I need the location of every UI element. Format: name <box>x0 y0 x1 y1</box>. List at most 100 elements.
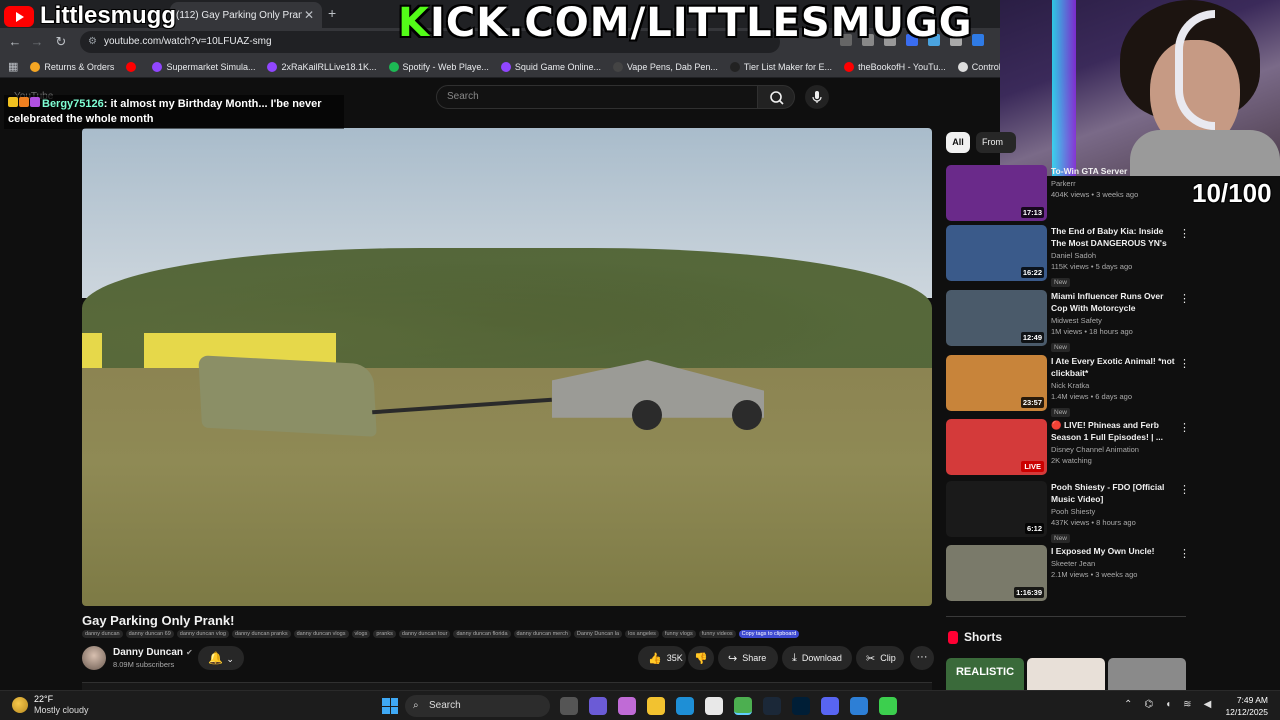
video-tag[interactable]: vlogs <box>351 630 371 638</box>
wifi-icon[interactable]: ≋ <box>1183 699 1191 710</box>
more-options-icon[interactable]: ⋮ <box>1179 227 1190 240</box>
recommendation-item[interactable]: LIVE 🔴 LIVE! Phineas and Ferb Season 1 Fu… <box>946 419 1191 477</box>
more-options-icon[interactable]: ⋮ <box>1179 483 1190 496</box>
recommendation-title[interactable]: To-Win GTA Server <box>1051 165 1179 177</box>
recommendation-channel[interactable]: Parkerr <box>1051 179 1179 188</box>
network-icon[interactable]: ⌬ <box>1144 699 1153 710</box>
video-tag[interactable]: danny duncan florida <box>453 630 511 638</box>
channel-name[interactable]: Danny Duncan <box>113 647 183 658</box>
photoshop-icon[interactable] <box>792 697 810 715</box>
recommendation-title[interactable]: I Exposed My Own Uncle! <box>1051 545 1179 557</box>
notification-bell-button[interactable]: 🔔 ⌄ <box>198 646 244 670</box>
bookmark-item[interactable]: Vape Pens, Dab Pen... <box>612 61 718 72</box>
discord-icon[interactable] <box>821 697 839 715</box>
recommendation-title[interactable]: Pooh Shiesty - FDO [Official Music Video… <box>1051 481 1179 505</box>
bookmark-item[interactable]: Supermarket Simula... <box>152 61 255 72</box>
channel-name-row[interactable]: Danny Duncan ✔ <box>113 647 193 658</box>
bookmark-item[interactable]: theBookofH - YouTu... <box>844 61 946 72</box>
browser-tab-active[interactable]: (112) Gay Parking Only Prank! - Y ✕ <box>170 2 322 28</box>
recommendation-channel[interactable]: Pooh Shiesty <box>1051 507 1179 516</box>
recommendation-channel[interactable]: Nick Kratka <box>1051 381 1179 390</box>
dislike-button[interactable]: 👎 <box>688 646 714 670</box>
video-tag[interactable]: los angeles <box>625 630 659 638</box>
video-tag[interactable]: danny duncan vlog <box>176 630 229 638</box>
extension-icon[interactable] <box>972 34 984 46</box>
video-tag[interactable]: funny videos <box>698 630 736 638</box>
apps-grid-icon[interactable]: ▦ <box>8 60 18 73</box>
voice-search-button[interactable] <box>805 85 829 109</box>
edge-icon[interactable] <box>676 697 694 715</box>
like-button[interactable]: 👍 35K <box>638 646 686 670</box>
chevron-up-icon[interactable]: ⌃ <box>1124 699 1132 710</box>
bookmark-item[interactable]: Tier List Maker for E... <box>729 61 832 72</box>
youtube-search-input[interactable]: Search <box>436 85 758 109</box>
chrome-icon[interactable] <box>734 697 752 715</box>
windows-start-icon[interactable] <box>382 698 398 714</box>
recommendation-item[interactable]: 23:57 I Ate Every Exotic Animal! *not cli… <box>946 355 1191 417</box>
download-button[interactable]: ⤓ Download <box>782 646 852 670</box>
task-view-icon[interactable] <box>560 697 578 715</box>
recommendation-item[interactable]: 17:13 To-Win GTA Server Parkerr 404K views … <box>946 165 1191 223</box>
short-thumbnail[interactable] <box>1027 658 1105 690</box>
video-tag[interactable]: funny vlogs <box>661 630 696 638</box>
weather-widget[interactable]: 22°F Mostly cloudy <box>12 694 89 716</box>
bookmark-item[interactable] <box>126 61 140 72</box>
teams-icon[interactable] <box>589 697 607 715</box>
bookmark-item[interactable]: Spotify - Web Playe... <box>388 61 489 72</box>
video-tag[interactable]: danny duncan tour <box>398 630 451 638</box>
app-icon[interactable] <box>850 697 868 715</box>
clip-button[interactable]: ✂ Clip <box>856 646 904 670</box>
recommendation-thumbnail[interactable]: 1:16:39 <box>946 545 1047 601</box>
tab-close-icon[interactable]: ✕ <box>302 8 316 22</box>
recommendation-title[interactable]: 🔴 LIVE! Phineas and Ferb Season 1 Full E… <box>1051 419 1179 443</box>
recommendation-title[interactable]: The End of Baby Kia: Inside The Most DAN… <box>1051 225 1179 249</box>
file-explorer-icon[interactable] <box>647 697 665 715</box>
recommendation-channel[interactable]: Daniel Sadoh <box>1051 251 1179 260</box>
recommendation-thumbnail[interactable]: LIVE <box>946 419 1047 475</box>
copy-tags-button[interactable]: Copy tags to clipboard <box>738 630 800 638</box>
more-options-icon[interactable]: ⋮ <box>1179 421 1190 434</box>
video-tag[interactable]: danny duncan <box>82 630 123 638</box>
video-tag[interactable]: danny duncan pranks <box>231 630 291 638</box>
recommendation-title[interactable]: Miami Influencer Runs Over Cop With Moto… <box>1051 290 1179 314</box>
video-tag[interactable]: danny duncan 69 <box>125 630 174 638</box>
recommendation-channel[interactable]: Midwest Safety <box>1051 316 1179 325</box>
site-info-icon[interactable]: ⚙ <box>88 31 97 53</box>
more-options-icon[interactable]: ⋮ <box>1179 547 1190 560</box>
store-icon[interactable] <box>705 697 723 715</box>
recommendation-title[interactable]: I Ate Every Exotic Animal! *not clickbai… <box>1051 355 1179 379</box>
recommendation-item[interactable]: 16:22 The End of Baby Kia: Inside The Mos… <box>946 225 1191 287</box>
search-button[interactable] <box>757 85 795 109</box>
new-tab-button[interactable]: + <box>328 5 336 21</box>
recommendation-thumbnail[interactable]: 12:49 <box>946 290 1047 346</box>
volume-icon[interactable]: ◀ <box>1204 699 1212 710</box>
back-arrow-icon[interactable]: ← <box>6 33 24 51</box>
recommendation-thumbnail[interactable]: 6:12 <box>946 481 1047 537</box>
filter-chip-from[interactable]: From <box>976 132 1016 153</box>
kick-app-icon[interactable] <box>879 697 897 715</box>
recommendation-thumbnail[interactable]: 17:13 <box>946 165 1047 221</box>
recommendation-item[interactable]: 12:49 Miami Influencer Runs Over Cop With… <box>946 290 1191 352</box>
video-tag[interactable]: pranks <box>373 630 396 638</box>
video-tag[interactable]: danny duncan merch <box>513 630 571 638</box>
reload-icon[interactable]: ↻ <box>52 33 70 51</box>
forward-arrow-icon[interactable]: → <box>28 33 46 51</box>
filter-chip-all[interactable]: All <box>946 132 970 153</box>
video-tag[interactable]: Danny Duncan la <box>573 630 623 638</box>
recommendation-thumbnail[interactable]: 16:22 <box>946 225 1047 281</box>
clock[interactable]: 7:49 AM 12/12/2025 <box>1222 694 1268 718</box>
more-options-icon[interactable]: ⋮ <box>1179 357 1190 370</box>
recommendation-item[interactable]: 6:12 Pooh Shiesty - FDO [Official Music V… <box>946 481 1191 543</box>
video-tag[interactable]: danny duncan vlogs <box>293 630 349 638</box>
bookmark-item[interactable]: Control Room <box>957 61 1000 72</box>
bookmark-item[interactable]: Squid Game Online... <box>500 61 601 72</box>
taskbar-search[interactable]: ⌕ Search <box>405 695 550 717</box>
share-button[interactable]: ↪ Share <box>718 646 778 670</box>
channel-avatar[interactable] <box>82 646 106 670</box>
bookmark-item[interactable]: 2xRaKailRLLive18.1K... <box>267 61 377 72</box>
copilot-icon[interactable] <box>618 697 636 715</box>
recommendation-thumbnail[interactable]: 23:57 <box>946 355 1047 411</box>
more-actions-button[interactable]: ··· <box>910 646 934 670</box>
recommendation-channel[interactable]: Disney Channel Animation <box>1051 445 1179 454</box>
short-thumbnail[interactable] <box>1108 658 1186 690</box>
